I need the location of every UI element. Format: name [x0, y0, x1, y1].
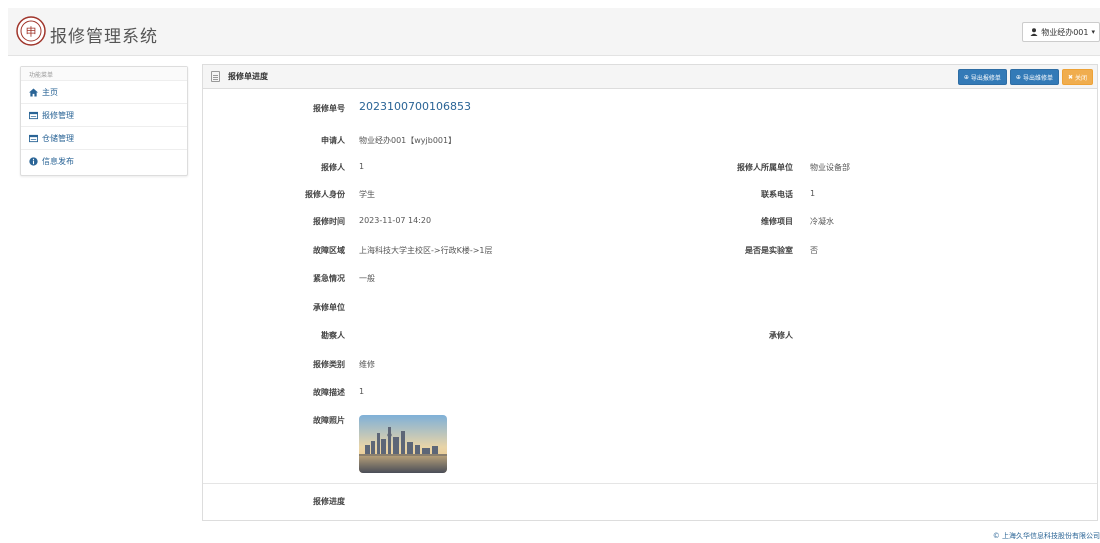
sidebar-item-warehouse-management[interactable]: 仓储管理 — [21, 127, 187, 150]
export-report-button[interactable]: ⊕ 导出报修单 — [957, 69, 1007, 85]
panel-toolbar: ⊕ 导出报修单 ⊕ 导出维修单 ✖ 关闭 — [957, 69, 1093, 85]
photo-label: 故障照片 — [313, 416, 345, 425]
close-button[interactable]: ✖ 关闭 — [1061, 69, 1093, 85]
type-value: 维修 — [359, 360, 375, 369]
user-icon — [1030, 28, 1038, 36]
repair-progress-panel: 报修单进度 ⊕ 导出报修单 ⊕ 导出维修单 ✖ 关闭 报修单号 20231007… — [202, 64, 1098, 521]
sidebar-item-info-publish[interactable]: 信息发布 — [21, 150, 187, 173]
sidebar-item-label: 信息发布 — [42, 157, 74, 166]
section-divider — [203, 483, 1097, 484]
description-value: 1 — [359, 387, 365, 396]
sidebar-item-label: 仓储管理 — [42, 133, 74, 143]
footer-copyright[interactable]: © 上海久华信息科技股份有限公司 — [993, 531, 1100, 541]
user-name: 物业经办001 — [1041, 27, 1089, 37]
reporter-unit-value: 物业设备部 — [810, 163, 850, 172]
repair-item-value: 冷凝水 — [810, 217, 834, 226]
fault-photo-thumbnail[interactable] — [359, 415, 447, 473]
reporter-unit-label: 报修人所属单位 — [737, 163, 793, 172]
sidebar-item-repair-management[interactable]: 报修管理 — [21, 104, 187, 127]
phone-value: 1 — [810, 189, 816, 198]
export-icon: ⊕ — [963, 73, 969, 81]
close-label: 关闭 — [1074, 74, 1087, 82]
panel-header: 报修单进度 ⊕ 导出报修单 ⊕ 导出维修单 ✖ 关闭 — [203, 65, 1097, 89]
contractor-label: 承修单位 — [313, 303, 345, 312]
svg-text:申: 申 — [26, 26, 37, 39]
order-no-value: 2023100700106853 — [359, 100, 471, 113]
app-title: 报修管理系统 — [50, 27, 158, 47]
sidebar-heading: 功能菜单 — [21, 67, 187, 81]
description-label: 故障描述 — [313, 388, 345, 397]
repairer-label: 承修人 — [769, 331, 793, 340]
is-lab-label: 是否是实验室 — [745, 246, 793, 255]
sidebar-menu: 功能菜单 主页 报修管理 仓储管理 信息发布 — [20, 66, 188, 176]
sidebar-item-label: 主页 — [42, 87, 58, 97]
list-icon — [29, 134, 38, 142]
sidebar-item-home[interactable]: 主页 — [21, 81, 187, 104]
info-icon — [29, 157, 38, 166]
sidebar-item-label: 报修管理 — [42, 110, 74, 120]
phone-label: 联系电话 — [761, 190, 793, 199]
type-label: 报修类别 — [313, 360, 345, 369]
order-no-label: 报修单号 — [313, 104, 345, 113]
applicant-value: 物业经办001【wyjb001】 — [359, 136, 457, 145]
export-report-label: 导出报修单 — [970, 74, 1001, 82]
document-icon — [211, 71, 220, 82]
urgency-value: 一般 — [359, 274, 375, 283]
top-navbar: 申 报修管理系统 物业经办001 ▾ — [8, 8, 1100, 56]
is-lab-value: 否 — [810, 246, 818, 255]
export-icon: ⊕ — [1015, 73, 1021, 81]
repair-item-label: 维修项目 — [761, 217, 793, 226]
urgency-label: 紧急情况 — [313, 274, 345, 283]
export-repair-button[interactable]: ⊕ 导出维修单 — [1009, 69, 1059, 85]
progress-label: 报修进度 — [313, 497, 345, 506]
caret-down-icon: ▾ — [1091, 28, 1095, 36]
panel-title: 报修单进度 — [228, 72, 268, 81]
home-icon — [29, 87, 38, 97]
applicant-label: 申请人 — [321, 136, 345, 145]
university-seal-logo: 申 — [16, 16, 46, 46]
list-icon — [29, 111, 38, 119]
close-icon: ✖ — [1067, 73, 1073, 81]
export-repair-label: 导出维修单 — [1022, 74, 1053, 82]
user-menu-button[interactable]: 物业经办001 ▾ — [1022, 22, 1100, 42]
